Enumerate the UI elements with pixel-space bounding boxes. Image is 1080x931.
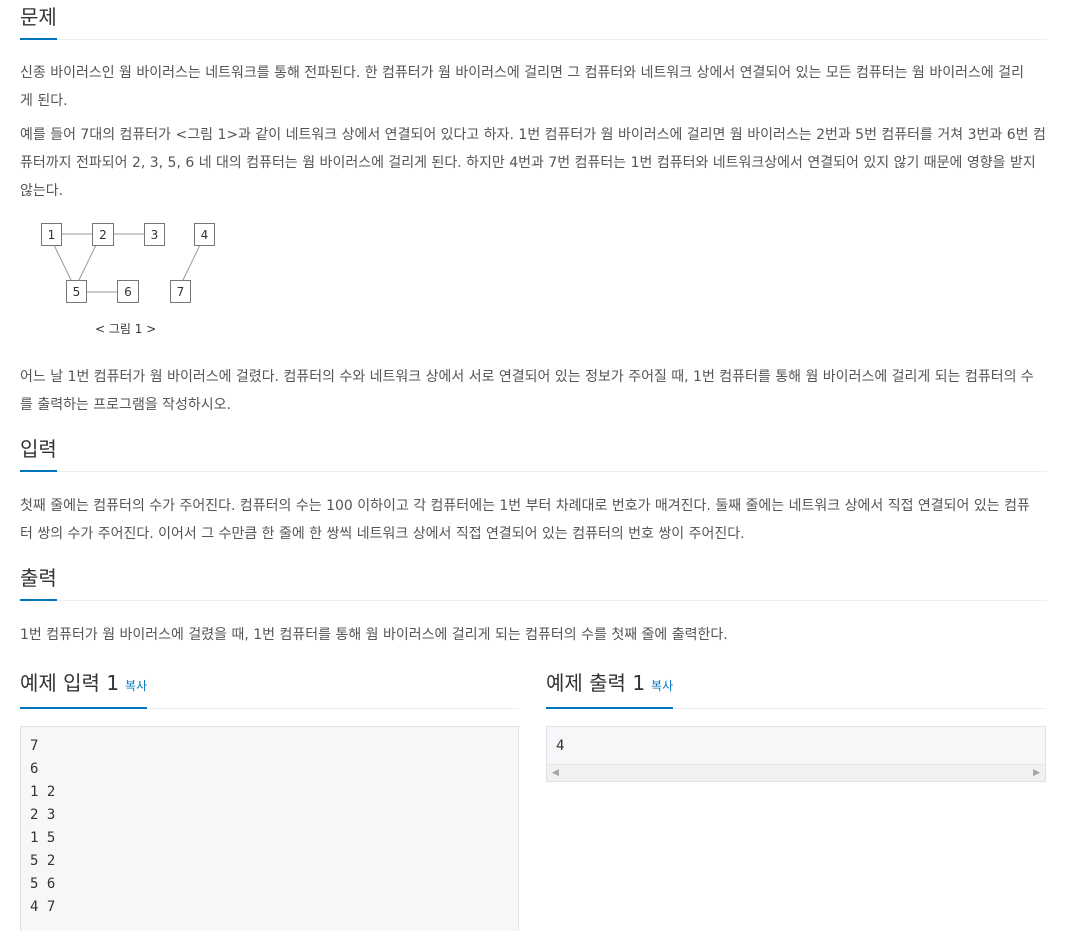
sample-input-box: 7 6 1 2 2 3 1 5 5 2 5 6 4 7 [20, 726, 519, 931]
sample-output-content: 4 [556, 738, 565, 754]
problem-title: 문제 [20, 4, 57, 40]
edge-1-5 [53, 244, 72, 281]
scroll-left-icon[interactable]: ◀ [552, 768, 559, 778]
sample-output-header: 예제 출력 1 복사 [546, 670, 1046, 709]
sample-input-title-wrap: 예제 입력 1 복사 [20, 670, 148, 709]
network-diagram-svg: 1 2 3 4 5 6 7 [41, 223, 215, 303]
problem-paragraph-1: 신종 바이러스인 웜 바이러스는 네트워크를 통해 전파된다. 한 컴퓨터가 웜… [20, 59, 1047, 115]
edge-2-5 [78, 244, 97, 281]
input-paragraph: 첫째 줄에는 컴퓨터의 수가 주어진다. 컴퓨터의 수는 100 이하이고 각 … [20, 492, 1047, 548]
horizontal-scrollbar[interactable]: ◀ ▶ [547, 764, 1045, 781]
node-6-label: 6 [124, 285, 132, 299]
sample-input-header: 예제 입력 1 복사 [20, 670, 519, 709]
problem-p1-line1: 신종 바이러스인 웜 바이러스는 네트워크를 통해 전파된다. 한 컴퓨터가 웜… [20, 65, 1024, 81]
input-line2: 터 쌍의 수가 주어진다. 이어서 그 수만큼 한 줄에 한 쌍씩 네트워크 상… [20, 526, 745, 542]
scroll-right-icon[interactable]: ▶ [1033, 768, 1040, 778]
figure-caption: < 그림 1 > [95, 322, 157, 336]
sample-input-content: 7 6 1 2 2 3 1 5 5 2 5 6 4 7 [30, 738, 56, 915]
node-1-label: 1 [48, 228, 56, 242]
problem-p2-line3: 않는다. [20, 183, 64, 199]
sample-output-title-wrap: 예제 출력 1 복사 [546, 670, 674, 709]
output-section-header: 출력 [20, 565, 1047, 601]
problem-p3-line1: 어느 날 1번 컴퓨터가 웜 바이러스에 걸렸다. 컴퓨터의 수와 네트워크 상… [20, 369, 1034, 385]
problem-p2-line1: 예를 들어 7대의 컴퓨터가 <그림 1>과 같이 네트워크 상에서 연결되어 … [20, 127, 1046, 143]
problem-p2-line2: 퓨터까지 전파되어 2, 3, 5, 6 네 대의 컴퓨터는 웜 바이러스에 걸… [20, 155, 1036, 171]
problem-section-header: 문제 [20, 4, 1047, 40]
sample-output-copy-button[interactable]: 복사 [651, 679, 673, 693]
sample-output-title: 예제 출력 1 [546, 671, 646, 695]
output-title: 출력 [20, 565, 57, 601]
output-paragraph: 1번 컴퓨터가 웜 바이러스에 걸렸을 때, 1번 컴퓨터를 통해 웜 바이러스… [20, 621, 1047, 649]
node-5-label: 5 [73, 285, 81, 299]
input-title: 입력 [20, 436, 57, 472]
node-4-label: 4 [201, 228, 209, 242]
sample-input-title: 예제 입력 1 [20, 671, 120, 695]
sample-input-copy-button[interactable]: 복사 [125, 679, 147, 693]
node-3-label: 3 [151, 228, 159, 242]
problem-paragraph-3: 어느 날 1번 컴퓨터가 웜 바이러스에 걸렸다. 컴퓨터의 수와 네트워크 상… [20, 363, 1047, 419]
problem-paragraph-2: 예를 들어 7대의 컴퓨터가 <그림 1>과 같이 네트워크 상에서 연결되어 … [20, 121, 1047, 205]
output-line1: 1번 컴퓨터가 웜 바이러스에 걸렸을 때, 1번 컴퓨터를 통해 웜 바이러스… [20, 627, 728, 643]
problem-p1-line2: 게 된다. [20, 93, 68, 109]
node-2-label: 2 [99, 228, 107, 242]
edge-4-7 [182, 244, 201, 281]
input-line1: 첫째 줄에는 컴퓨터의 수가 주어진다. 컴퓨터의 수는 100 이하이고 각 … [20, 498, 1030, 514]
input-section-header: 입력 [20, 436, 1047, 472]
problem-p3-line2: 를 출력하는 프로그램을 작성하시오. [20, 397, 231, 413]
sample-output-box: 4 ◀ ▶ [546, 726, 1046, 782]
node-7-label: 7 [177, 285, 185, 299]
